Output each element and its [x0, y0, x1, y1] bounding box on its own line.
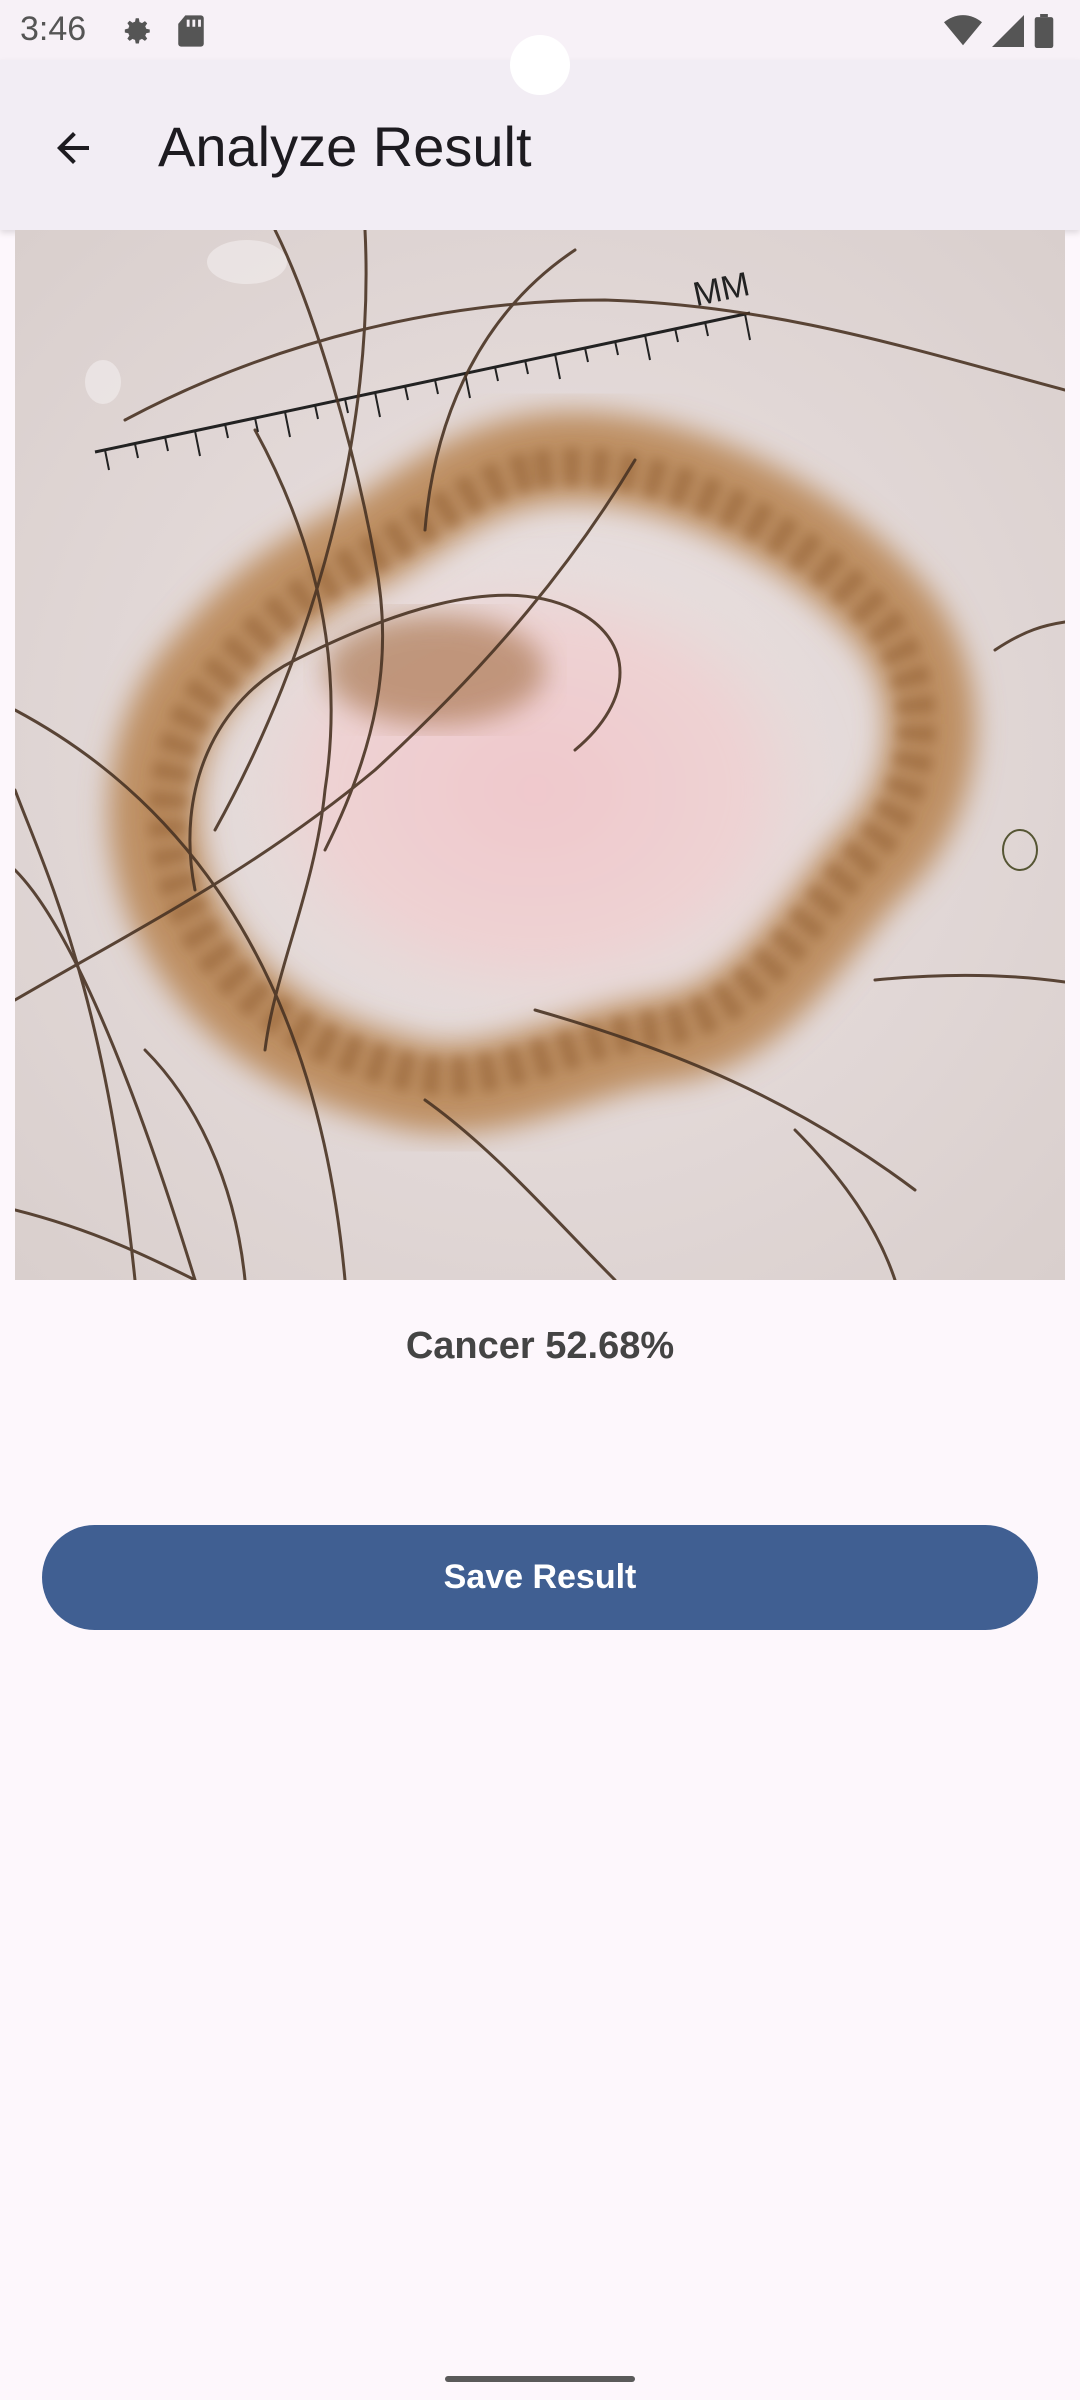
home-indicator[interactable]	[445, 2376, 635, 2382]
status-time: 3:46	[20, 10, 87, 48]
save-result-button[interactable]: Save Result	[42, 1525, 1038, 1630]
page-title: Analyze Result	[158, 115, 532, 178]
gear-icon	[120, 14, 154, 53]
camera-cutout	[510, 35, 570, 95]
status-right-icons	[944, 14, 1054, 53]
lesion-image: MM	[15, 230, 1065, 1280]
arrow-back-icon	[57, 132, 89, 164]
sd-card-icon	[176, 14, 206, 53]
battery-icon	[1034, 14, 1054, 53]
wifi-icon	[944, 15, 982, 52]
cellular-signal-icon	[992, 15, 1024, 52]
status-left-icons	[120, 14, 206, 53]
back-button[interactable]	[40, 115, 106, 181]
result-text: Cancer 52.68%	[405, 1325, 675, 1367]
